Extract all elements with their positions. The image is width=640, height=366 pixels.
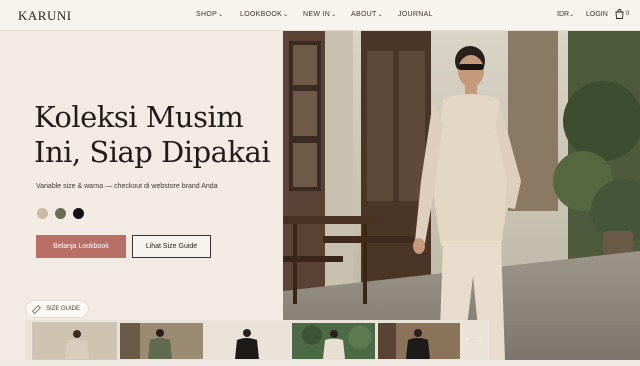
- nav-new-in-label: NEW IN: [303, 11, 331, 18]
- color-swatch-olive[interactable]: [55, 208, 66, 219]
- nav-journal[interactable]: JOURNAL: [398, 11, 433, 18]
- chevron-down-icon: ⌄: [377, 12, 383, 18]
- nav-lookbook-label: LOOKBOOK: [240, 11, 283, 18]
- hero-image: [283, 31, 640, 360]
- nav-journal-label: JOURNAL: [398, 11, 433, 18]
- headline-line-1: Koleksi Musim: [34, 100, 244, 134]
- nav-shop-label: SHOP: [196, 11, 218, 18]
- headline-line-2: Ini, Siap Dipakai: [34, 135, 271, 169]
- size-guide-label: SIZE GUIDE: [46, 306, 81, 312]
- thumbnail-image: [33, 323, 116, 359]
- login-link[interactable]: LOGIN: [586, 11, 608, 18]
- nav-about-label: ABOUT: [351, 11, 377, 18]
- chevron-down-icon: ⌄: [569, 12, 575, 18]
- thumbnail-2[interactable]: [120, 323, 203, 359]
- thumbnail-image: [206, 323, 289, 359]
- thumbnail-image: [292, 323, 375, 359]
- hero-subtitle: Variable size & warna — checkout di webs…: [36, 183, 218, 190]
- thumbnail-5[interactable]: [378, 323, 460, 359]
- thumbnail-image: [120, 323, 203, 359]
- street-scene-illustration: [283, 31, 640, 360]
- view-size-guide-button[interactable]: Lihat Size Guide: [132, 235, 211, 258]
- thumbnail-4[interactable]: [292, 323, 375, 359]
- chevron-down-icon: ⌄: [331, 12, 337, 18]
- thumbnail-3[interactable]: [206, 323, 289, 359]
- site-header: KARUNI SHOP⌄ LOOKBOOK⌄ NEW IN⌄ ABOUT⌄ JO…: [0, 0, 640, 31]
- currency-selector[interactable]: IDR⌄: [557, 11, 574, 18]
- brand-logo[interactable]: KARUNI: [18, 8, 72, 24]
- page-bottom-edge: [0, 360, 640, 366]
- cart-button[interactable]: 0: [615, 9, 629, 19]
- currency-label: IDR: [557, 11, 570, 18]
- hero-headline: Koleksi Musim Ini, Siap Dipakai: [34, 100, 271, 170]
- thumbnail-prev-arrow[interactable]: ‹: [466, 334, 469, 343]
- nav-new-in[interactable]: NEW IN⌄: [303, 11, 336, 18]
- color-swatch-beige[interactable]: [37, 208, 48, 219]
- nav-shop[interactable]: SHOP⌄: [196, 11, 223, 18]
- cart-count: 0: [626, 11, 630, 17]
- color-swatch-black[interactable]: [73, 208, 84, 219]
- ruler-icon: [32, 304, 41, 314]
- thumbnail-1[interactable]: [32, 322, 117, 360]
- thumbnail-image: [378, 323, 460, 359]
- nav-lookbook[interactable]: LOOKBOOK⌄: [240, 11, 288, 18]
- thumbnail-next-arrow[interactable]: ›: [479, 334, 482, 343]
- chevron-down-icon: ⌄: [218, 12, 224, 18]
- shop-lookbook-button[interactable]: Belanja Lookbook: [36, 235, 126, 258]
- chevron-down-icon: ⌄: [283, 12, 289, 18]
- shopping-bag-icon: [615, 9, 624, 19]
- size-guide-pill[interactable]: SIZE GUIDE: [25, 300, 89, 318]
- nav-about[interactable]: ABOUT⌄: [351, 11, 383, 18]
